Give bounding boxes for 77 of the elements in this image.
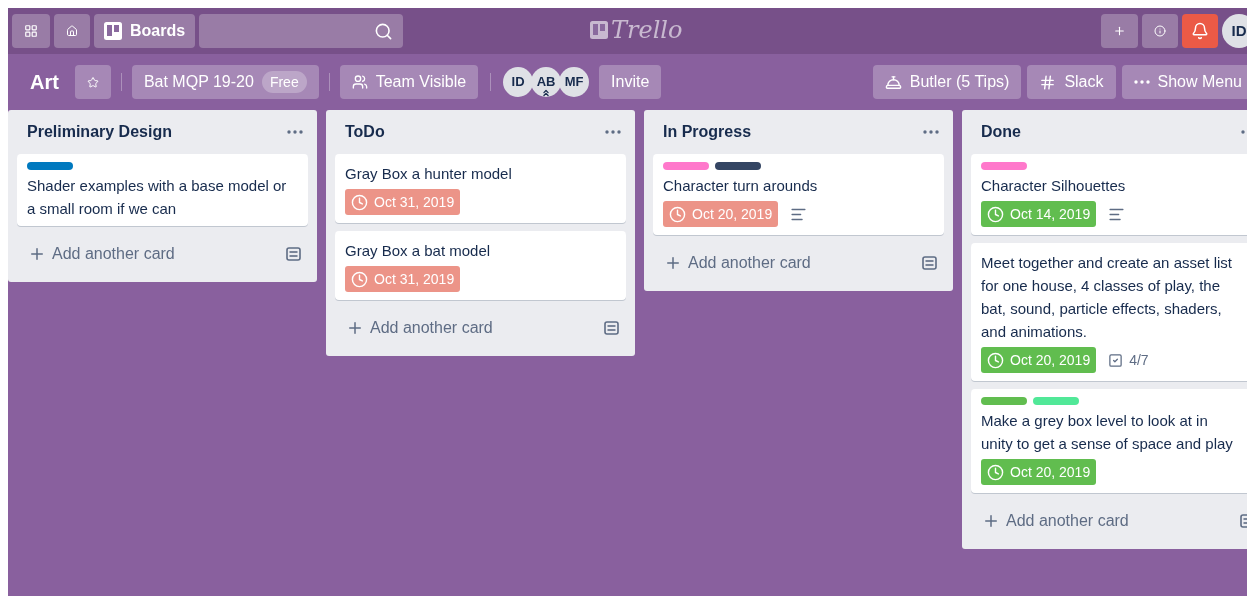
template-icon[interactable] [286,247,301,261]
card[interactable]: Character turn arounds Oct 20, 2019 [653,154,944,235]
card[interactable]: Make a grey box level to look at in unity to get a sense of space and play Oct 20, 2019 [971,389,1247,493]
clock-icon [987,351,1004,369]
more-icon[interactable] [287,130,303,134]
slack-button[interactable]: Slack [1027,65,1116,99]
member-avatar[interactable]: AB [531,67,562,97]
plus-icon [664,254,682,272]
more-icon[interactable] [605,130,621,134]
home-button[interactable] [54,14,90,48]
add-card-button[interactable]: Add another card [982,509,1129,533]
plus-icon [28,245,46,263]
plan-badge: Free [261,71,307,93]
card-title: Character Silhouettes [981,176,1127,196]
clock-icon [987,205,1004,223]
trello-logo[interactable]: Trello [590,17,683,43]
list-title: Done [981,122,1021,142]
due-date-badge: Oct 20, 2019 [663,201,779,227]
clock-icon [351,193,368,211]
list-title: Preliminary Design [27,122,172,142]
card[interactable]: Gray Box a hunter model Oct 31, 2019 [335,154,626,223]
admin-chevron-icon [541,88,552,98]
member-avatar[interactable]: ID [503,67,534,97]
show-menu-button[interactable]: Show Menu [1121,65,1247,99]
due-date-badge: Oct 20, 2019 [981,347,1097,373]
star-button[interactable] [74,65,111,99]
add-card-button[interactable]: Add another card [664,251,811,275]
slack-icon [1039,73,1057,91]
card-title: Gray Box a hunter model [345,164,513,184]
apps-button[interactable] [12,14,50,48]
invite-button[interactable]: Invite [599,65,662,99]
due-date-badge: Oct 31, 2019 [345,266,461,292]
bell-icon [1191,22,1209,40]
search-icon [374,21,394,41]
board-icon [104,22,122,40]
card-title: Character turn arounds [663,176,819,196]
search-field[interactable] [199,14,404,48]
due-date-badge: Oct 20, 2019 [981,459,1097,485]
notifications-button[interactable] [1182,14,1218,48]
plus-icon [982,512,1000,530]
member-avatar[interactable]: MF [559,67,590,97]
card-title: Make a grey box level to look at in unity to get a sense of space and play [981,411,1234,454]
list-title: ToDo [345,122,385,142]
card[interactable]: Character Silhouettes Oct 14, 2019 [971,154,1247,235]
add-card-button[interactable]: Add another card [28,242,175,266]
due-date-badge: Oct 14, 2019 [981,201,1097,227]
boards-button[interactable]: Boards [94,14,196,48]
card-title: Meet together and create an asset list for one house, 4 classes of play, the bat, sound, particle effects, shaders, and animations. [981,253,1233,342]
checklist-count: 4/7 [1129,350,1149,370]
bell-icon [884,73,902,91]
card[interactable]: Shader examples with a base model or a small room if we can [17,154,308,226]
template-icon[interactable] [604,321,619,335]
card[interactable]: Meet together and create an asset list for one house, 4 classes of play, the bat, sound, particle effects, shaders, and animations. Oct 20, 2019 4/7 [971,243,1247,381]
checklist-icon [1108,352,1124,368]
more-icon[interactable] [923,130,939,134]
due-date-badge: Oct 31, 2019 [345,189,461,215]
butler-button[interactable]: Butler (5 Tips) [872,65,1022,99]
plus-icon [346,319,364,337]
list-title: In Progress [663,122,752,142]
user-avatar[interactable]: ID [1222,14,1247,48]
card[interactable]: Gray Box a bat model Oct 31, 2019 [335,231,626,300]
people-icon [351,74,368,90]
team-button[interactable]: Bat MQP 19-20 Free [131,65,319,99]
clock-icon [987,463,1004,481]
add-card-button[interactable]: Add another card [346,316,493,340]
grid-icon [24,22,38,40]
clock-icon [351,270,368,288]
card-title: Shader examples with a base model or a small room if we can [27,176,288,219]
more-icon[interactable] [1133,80,1150,84]
logo-board-icon [590,21,608,39]
board-title[interactable]: Art [30,67,59,97]
visibility-button[interactable]: Team Visible [339,65,479,99]
logo-text: Trello [611,17,683,43]
card-title: Gray Box a bat model [345,241,492,261]
info-button[interactable] [1142,14,1178,48]
template-icon[interactable] [922,256,937,270]
clock-icon [669,205,686,223]
